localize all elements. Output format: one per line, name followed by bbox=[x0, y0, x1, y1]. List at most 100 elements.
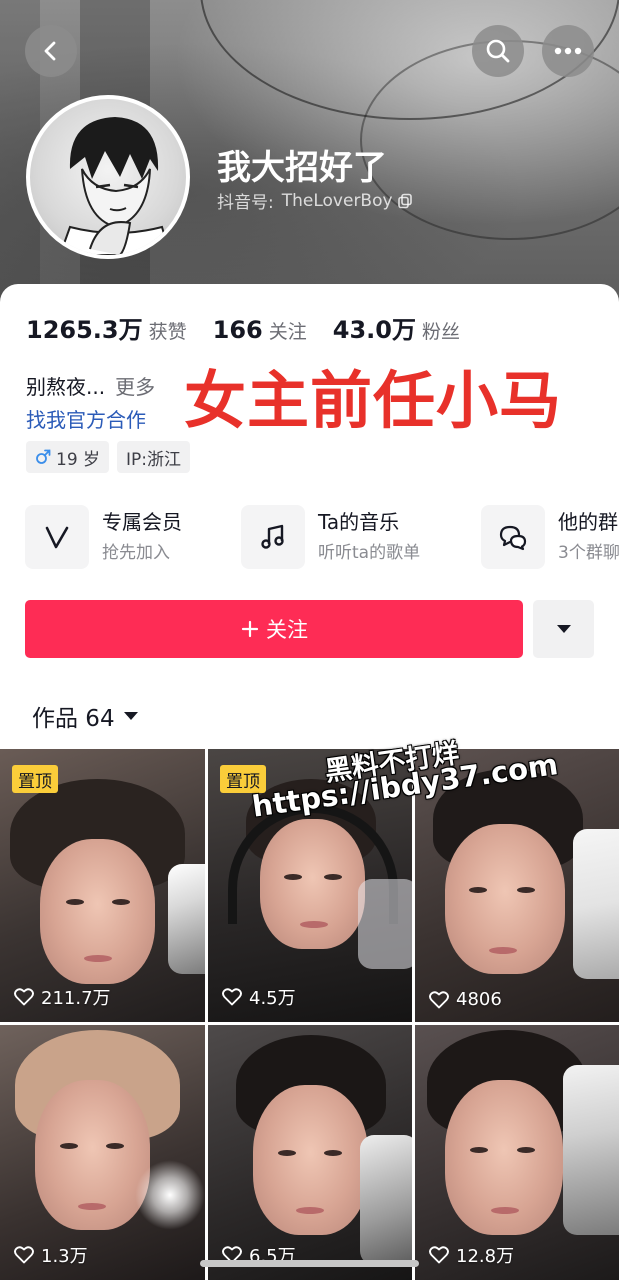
video-likes-count: 211.7万 bbox=[41, 988, 111, 1009]
v-logo-icon bbox=[45, 526, 69, 549]
video-likes-count: 4806 bbox=[456, 989, 502, 1010]
thumbnail-art bbox=[112, 899, 130, 905]
profile-tags: 19 岁 IP:浙江 bbox=[26, 441, 191, 473]
video-thumbnail[interactable]: 置顶 211.7万 bbox=[0, 749, 205, 1022]
caret-down-icon bbox=[556, 625, 571, 633]
thumbnail-art bbox=[489, 947, 517, 954]
thumbnail-art bbox=[358, 879, 412, 969]
thumbnail-art bbox=[563, 1065, 619, 1235]
back-button[interactable] bbox=[25, 25, 77, 77]
male-icon bbox=[36, 449, 51, 464]
avatar[interactable] bbox=[26, 95, 190, 259]
age-text: 19 岁 bbox=[56, 449, 101, 470]
video-thumbnail[interactable]: 6.5万 bbox=[208, 1025, 412, 1280]
feature-music-title: Ta的音乐 bbox=[318, 510, 400, 534]
thumbnail-art bbox=[517, 887, 535, 893]
bio-more-link[interactable]: 更多 bbox=[115, 375, 155, 399]
ellipsis-icon bbox=[554, 47, 582, 55]
thumbnail-art bbox=[470, 1147, 488, 1153]
feature-group-title: 他的群 bbox=[558, 510, 618, 534]
douyin-id[interactable]: 抖音号: TheLoverBoy bbox=[217, 188, 413, 213]
stats-row: 1265.3万 获赞 166 关注 43.0万 粉丝 bbox=[26, 310, 486, 345]
thumbnail-art bbox=[135, 1160, 205, 1230]
feature-member-title: 专属会员 bbox=[102, 510, 182, 534]
overlay-caption: 女主前任小马 bbox=[184, 364, 563, 437]
feature-member-icon-box bbox=[25, 505, 89, 569]
video-likes-count: 4.5万 bbox=[249, 988, 296, 1009]
thumbnail-art bbox=[60, 1143, 78, 1149]
thumbnail-art bbox=[300, 921, 328, 928]
thumbnail-art bbox=[296, 1207, 324, 1214]
douyin-id-value: TheLoverBoy bbox=[281, 190, 393, 211]
feature-music-icon-box bbox=[241, 505, 305, 569]
gender-age-tag: 19 岁 bbox=[26, 441, 110, 473]
feature-member-subtitle: 抢先加入 bbox=[102, 543, 170, 563]
thumbnail-art bbox=[324, 1150, 342, 1156]
caret-down-icon bbox=[123, 712, 138, 720]
video-thumbnail[interactable]: 12.8万 bbox=[415, 1025, 619, 1280]
feature-group[interactable]: 他的群 3个群聊 bbox=[481, 505, 619, 569]
thumbnail-art bbox=[284, 874, 302, 880]
heart-icon bbox=[14, 988, 34, 1006]
feature-music[interactable]: Ta的音乐 听听ta的歌单 bbox=[241, 505, 420, 569]
heart-icon bbox=[429, 1246, 449, 1264]
heart-icon bbox=[14, 1246, 34, 1264]
video-likes: 4806 bbox=[429, 989, 502, 1010]
ip-location-tag: IP:浙江 bbox=[117, 441, 191, 473]
bio: 别熬夜... 更多 bbox=[26, 371, 155, 400]
video-likes: 4.5万 bbox=[222, 984, 296, 1010]
video-grid: 置顶 211.7万 置顶 4.5万 4806 1.3万 6.5万 12.8万 bbox=[0, 749, 619, 1280]
home-indicator bbox=[200, 1260, 419, 1267]
video-likes: 12.8万 bbox=[429, 1242, 514, 1268]
thumbnail-art bbox=[573, 829, 619, 979]
likes-label: 获赞 bbox=[148, 321, 187, 343]
feature-music-subtitle: 听听ta的歌单 bbox=[318, 543, 421, 563]
video-likes-count: 1.3万 bbox=[41, 1246, 88, 1267]
thumbnail-art bbox=[469, 887, 487, 893]
feature-group-icon-box bbox=[481, 505, 545, 569]
heart-icon bbox=[222, 988, 242, 1006]
thumbnail-art bbox=[40, 839, 155, 984]
followers-label[interactable]: 粉丝 bbox=[422, 317, 460, 344]
search-button[interactable] bbox=[472, 25, 524, 77]
thumbnail-art bbox=[84, 955, 112, 962]
works-tab-label: 作品 64 bbox=[32, 706, 115, 732]
douyin-id-label: 抖音号: bbox=[217, 193, 274, 213]
bio-text: 别熬夜... bbox=[26, 375, 106, 399]
video-thumbnail[interactable]: 1.3万 bbox=[0, 1025, 205, 1280]
video-likes: 1.3万 bbox=[14, 1242, 88, 1268]
thumbnail-art bbox=[106, 1143, 124, 1149]
thumbnail-art bbox=[66, 899, 84, 905]
copy-icon[interactable] bbox=[397, 193, 413, 209]
follow-button-label: 关注 bbox=[266, 618, 308, 642]
thumbnail-art bbox=[491, 1207, 519, 1214]
likes-count: 1265.3万 bbox=[26, 316, 143, 344]
ip-text: IP:浙江 bbox=[126, 449, 182, 470]
more-options-button[interactable] bbox=[542, 25, 594, 77]
thumbnail-art bbox=[168, 864, 205, 974]
cooperation-link[interactable]: 找我官方合作 bbox=[26, 404, 146, 433]
feature-member[interactable]: 专属会员 抢先加入 bbox=[25, 505, 182, 569]
video-likes-count: 12.8万 bbox=[456, 1246, 515, 1267]
works-tab[interactable]: 作品 64 bbox=[32, 699, 139, 733]
thumbnail-art bbox=[360, 1135, 412, 1265]
followers-count[interactable]: 43.0万 bbox=[333, 310, 416, 345]
heart-icon bbox=[429, 990, 449, 1008]
thumbnail-art bbox=[78, 1203, 106, 1210]
chevron-left-icon bbox=[44, 41, 56, 61]
thumbnail-art bbox=[517, 1147, 535, 1153]
recommend-dropdown-button[interactable] bbox=[533, 600, 594, 658]
feature-entries: 专属会员 抢先加入 Ta的音乐 听听ta的歌单 他的群 3个群聊 bbox=[25, 505, 619, 569]
profile-nickname: 我大招好了 bbox=[217, 148, 387, 188]
thumbnail-art bbox=[278, 1150, 296, 1156]
avatar-illustration bbox=[58, 117, 172, 255]
search-icon bbox=[486, 39, 510, 63]
feature-group-subtitle: 3个群聊 bbox=[558, 543, 619, 563]
following-count[interactable]: 166 bbox=[213, 316, 263, 344]
group-chat-icon bbox=[499, 525, 527, 551]
follow-button[interactable]: 关注 bbox=[25, 600, 523, 658]
video-likes: 211.7万 bbox=[14, 984, 111, 1010]
following-label[interactable]: 关注 bbox=[269, 317, 307, 344]
thumbnail-art bbox=[324, 874, 342, 880]
pinned-badge: 置顶 bbox=[12, 765, 58, 793]
